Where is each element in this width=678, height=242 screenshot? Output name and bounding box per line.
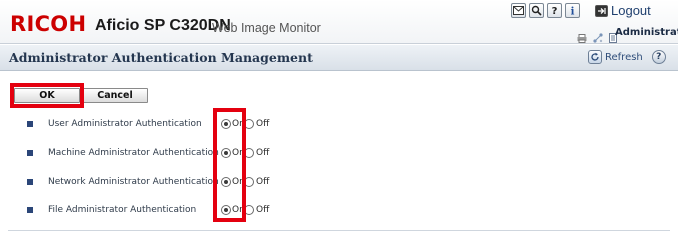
page-title: Administrator Authentication Management <box>9 50 313 65</box>
on-radio[interactable] <box>221 148 231 158</box>
off-label: Off <box>256 119 270 129</box>
bullet <box>27 150 33 156</box>
cancel-button[interactable]: Cancel <box>82 88 148 103</box>
bullet <box>27 207 33 213</box>
svg-text:i: i <box>571 7 575 17</box>
title-bar: Administrator Authentication Management … <box>0 45 678 71</box>
on-label: On <box>232 148 245 158</box>
info-icon[interactable]: i <box>565 3 580 18</box>
on-label: On <box>232 205 245 215</box>
setting-row-network-admin: Network Administrator Authentication : O… <box>0 174 678 190</box>
off-label: Off <box>256 205 270 215</box>
setting-label: Machine Administrator Authentication <box>48 148 219 158</box>
separator: : <box>212 148 216 158</box>
off-label: Off <box>256 148 270 158</box>
top-toolbar: ? i <box>511 3 580 18</box>
logout-icon <box>595 4 608 17</box>
off-radio[interactable] <box>244 205 254 215</box>
mail-icon[interactable] <box>511 3 526 18</box>
bullet <box>27 179 33 185</box>
setting-label: File Administrator Authentication <box>48 205 197 215</box>
setting-row-file-admin: File Administrator Authentication : On O… <box>0 202 678 218</box>
off-radio[interactable] <box>244 119 254 129</box>
app-name: Web Image Monitor <box>212 21 321 35</box>
refresh-button[interactable]: Refresh ? <box>588 50 666 64</box>
help-icon[interactable]: ? <box>547 3 562 18</box>
separator: : <box>212 205 216 215</box>
setting-label: User Administrator Authentication <box>48 119 202 129</box>
off-radio[interactable] <box>244 177 254 187</box>
setting-label: Network Administrator Authentication <box>48 177 219 187</box>
ok-button[interactable]: OK <box>14 88 80 103</box>
refresh-label: Refresh <box>605 51 643 63</box>
logout-link[interactable]: Logout <box>595 2 651 19</box>
setting-row-machine-admin: Machine Administrator Authentication : O… <box>0 145 678 161</box>
off-label: Off <box>256 177 270 187</box>
refresh-icon <box>588 50 602 64</box>
product-name: Aficio SP C320DN <box>95 17 231 34</box>
on-radio[interactable] <box>221 119 231 129</box>
on-label: On <box>232 177 245 187</box>
logout-label: Logout <box>611 3 651 18</box>
off-radio[interactable] <box>244 148 254 158</box>
setting-row-user-admin: User Administrator Authentication : On O… <box>0 116 678 132</box>
user-role: Administrator <box>615 27 678 38</box>
search-icon[interactable] <box>529 3 544 18</box>
on-radio[interactable] <box>221 205 231 215</box>
bottom-divider <box>8 230 670 231</box>
ricoh-logo: RICOH <box>10 12 87 36</box>
on-radio[interactable] <box>221 177 231 187</box>
separator: : <box>212 119 216 129</box>
page-help-icon[interactable]: ? <box>651 50 666 64</box>
bullet <box>27 121 33 127</box>
svg-text:?: ? <box>552 6 558 16</box>
separator: : <box>212 177 216 187</box>
on-label: On <box>232 119 245 129</box>
header: RICOH Aficio SP C320DN Web Image Monitor… <box>0 0 678 44</box>
